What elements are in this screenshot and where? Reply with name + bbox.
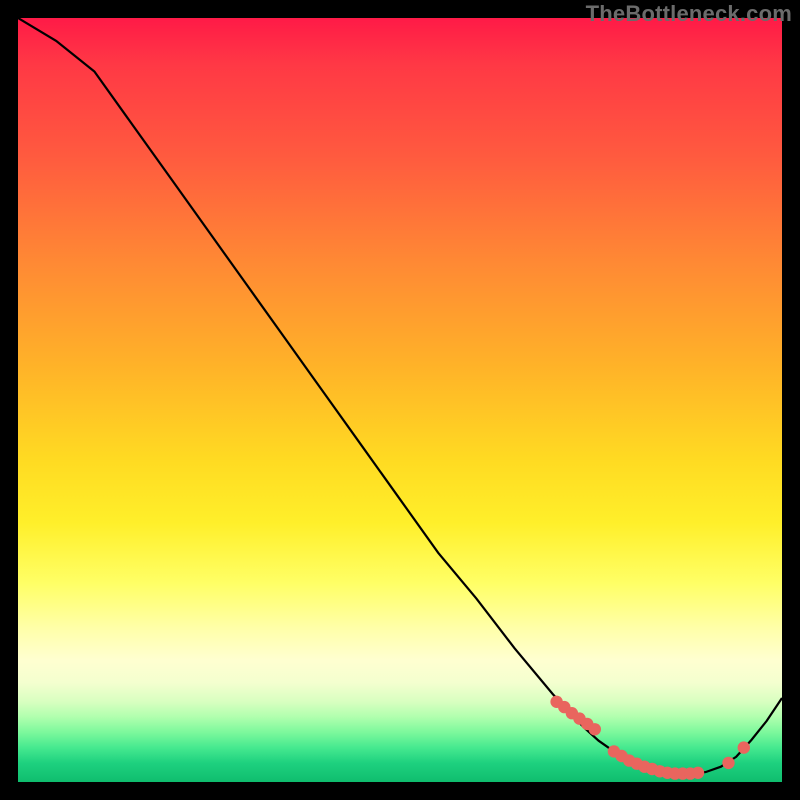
- chart-svg: [18, 18, 782, 782]
- watermark-text: TheBottleneck.com: [586, 1, 792, 27]
- curve-marker: [589, 723, 601, 735]
- bottleneck-curve: [18, 18, 782, 774]
- curve-marker: [722, 757, 734, 769]
- curve-marker: [692, 767, 704, 779]
- chart-stage: TheBottleneck.com: [0, 0, 800, 800]
- curve-marker: [738, 741, 750, 753]
